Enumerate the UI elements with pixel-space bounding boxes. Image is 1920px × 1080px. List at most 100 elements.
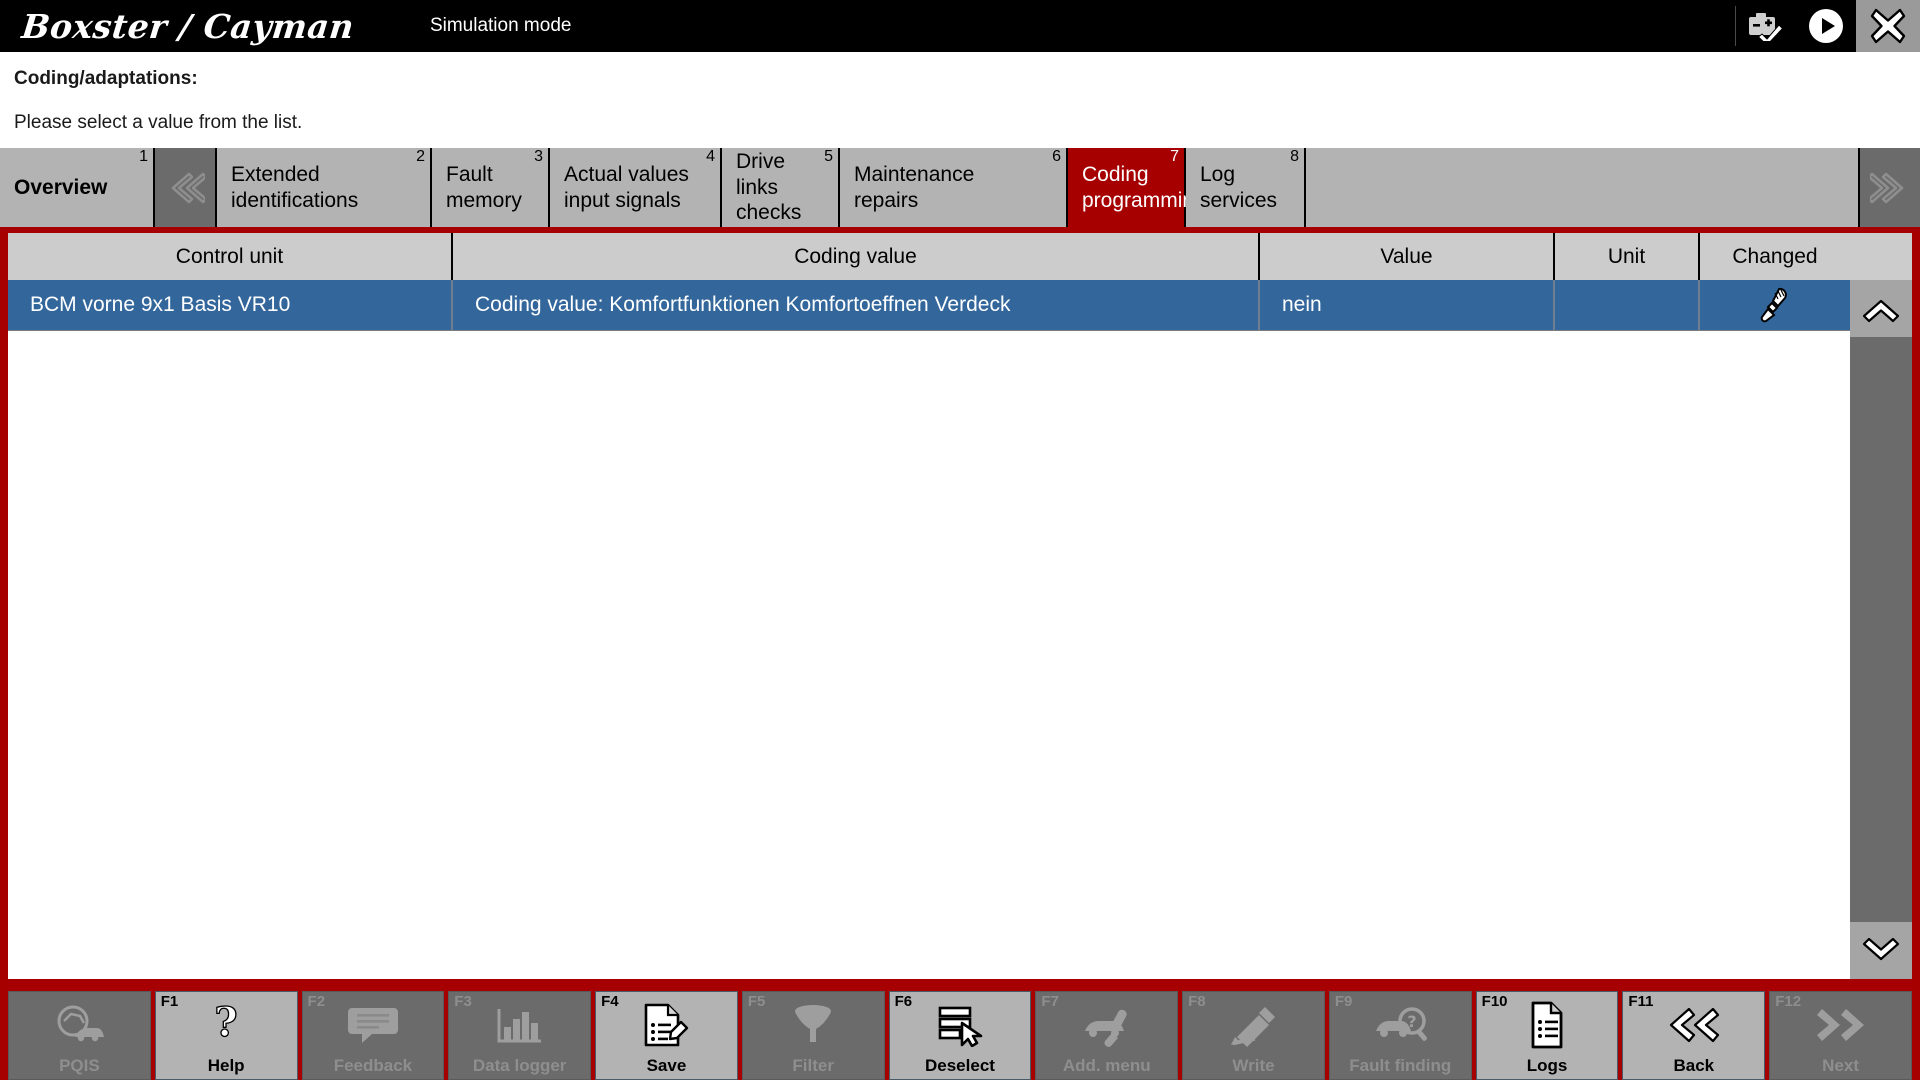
table-row[interactable]: BCM vorne 9x1 Basis VR10 Coding value: Ko… — [8, 280, 1850, 331]
fn-key-label: F11 — [1628, 993, 1654, 1010]
fn-button-logs[interactable]: F10 Logs — [1475, 991, 1619, 1080]
fn-button-pqis: PQIS — [8, 991, 151, 1080]
fn-button-label: Logs — [1526, 1056, 1568, 1075]
tab-number: 7 — [1170, 148, 1179, 165]
tab-number: 5 — [824, 148, 833, 165]
fn-button-label: Back — [1673, 1056, 1715, 1075]
cell-control-unit[interactable]: BCM vorne 9x1 Basis VR10 — [8, 280, 453, 330]
tab-extended-identifications[interactable]: Extended identifications 2 — [217, 148, 432, 227]
tab-drive-links-checks[interactable]: Drive links checks 5 — [722, 148, 840, 227]
fn-button-write: F8 Write — [1182, 991, 1325, 1080]
fn-button-add-menu: F7 Add. menu — [1035, 991, 1179, 1080]
tab-label: Fault memory — [446, 162, 522, 212]
title-bar: Boxster / Cayman Simulation mode — [0, 0, 1920, 52]
fn-button-label: Next — [1822, 1056, 1859, 1075]
fn-key-label: F3 — [454, 993, 472, 1010]
tab-bar-filler — [1306, 148, 1858, 227]
cell-value[interactable]: nein — [1260, 280, 1555, 330]
fn-button-label: Save — [646, 1056, 687, 1075]
svg-text:?: ? — [214, 1002, 237, 1046]
fn-button-feedback: F2 Feedback — [301, 991, 445, 1080]
fn-key-label: F12 — [1775, 993, 1802, 1010]
svg-text:?: ? — [1408, 1012, 1417, 1031]
function-key-bar: PQIS F1 ? Help F2 Feedback F3 Data logger F4 — [0, 985, 1920, 1080]
simulation-mode-label: Simulation mode — [429, 15, 572, 36]
column-header-coding-value[interactable]: Coding value — [453, 233, 1260, 280]
pqis-icon — [9, 992, 150, 1057]
fn-button-label: Write — [1232, 1056, 1275, 1075]
play-icon[interactable] — [1796, 0, 1856, 52]
table-body: BCM vorne 9x1 Basis VR10 Coding value: Ko… — [8, 280, 1850, 979]
tab-number: 8 — [1290, 148, 1299, 165]
fn-button-help[interactable]: F1 ? Help — [154, 991, 298, 1080]
fn-key-label: F6 — [894, 993, 913, 1010]
page-title: Coding/adaptations: — [14, 68, 198, 89]
tab-number: 4 — [706, 148, 715, 165]
fn-button-label: Fault finding — [1349, 1056, 1452, 1075]
fn-button-label: PQIS — [59, 1056, 100, 1075]
screwdriver-icon — [1758, 287, 1792, 323]
fn-key-label: F7 — [1041, 993, 1059, 1010]
tab-overview[interactable]: Overview 1 — [0, 148, 155, 227]
page-instruction: Please select a value from the list. — [14, 112, 303, 133]
fn-key-label: F8 — [1188, 993, 1206, 1010]
column-header-unit[interactable]: Unit — [1555, 233, 1700, 280]
tab-label: Maintenance repairs — [854, 162, 975, 212]
fn-button-save[interactable]: F4 Save — [595, 991, 738, 1080]
chevron-down-icon[interactable] — [1850, 922, 1912, 979]
fn-key-label: F4 — [601, 993, 619, 1010]
tab-label: Drive links checks — [736, 150, 802, 225]
column-header-control-unit[interactable]: Control unit — [8, 233, 453, 280]
column-header-value[interactable]: Value — [1260, 233, 1555, 280]
content-inner: Control unit Coding value Value Unit Changed… — [8, 233, 1912, 979]
fn-button-back[interactable]: F11 Back — [1622, 991, 1766, 1080]
cell-unit[interactable] — [1555, 280, 1700, 330]
fn-button-deselect[interactable]: F6 Deselect — [888, 991, 1032, 1080]
battery-check-icon[interactable] — [1736, 0, 1796, 52]
tab-label: Extended identifications — [231, 162, 359, 212]
coding-table: Control unit Coding value Value Unit Changed… — [8, 233, 1850, 979]
tabs-next-arrow[interactable] — [1858, 148, 1920, 227]
fn-button-label: Deselect — [925, 1056, 995, 1075]
fn-button-data-logger: F3 Data logger — [448, 991, 592, 1080]
scrollbar-track[interactable] — [1850, 337, 1912, 922]
brand-logo: Boxster / Cayman — [19, 6, 356, 46]
scrollbar-header-spacer — [1850, 233, 1912, 280]
fn-button-label: Add. menu — [1062, 1056, 1151, 1075]
tab-number: 3 — [534, 148, 543, 165]
fn-key-label: F5 — [747, 993, 766, 1010]
chevron-up-icon[interactable] — [1850, 280, 1912, 337]
cell-changed[interactable] — [1700, 280, 1850, 330]
fn-button-fault-finding: F9 ? Fault finding — [1328, 991, 1472, 1080]
vertical-scrollbar[interactable] — [1850, 233, 1912, 979]
tab-log-services[interactable]: Log services 8 — [1186, 148, 1306, 227]
tab-fault-memory[interactable]: Fault memory 3 — [432, 148, 550, 227]
content-frame: Control unit Coding value Value Unit Changed… — [0, 227, 1920, 985]
tab-coding-programming[interactable]: Coding programming 7 — [1068, 148, 1206, 227]
column-header-changed[interactable]: Changed — [1700, 233, 1850, 280]
tab-actual-values-input-signals[interactable]: Actual values input signals 4 — [550, 148, 722, 227]
header-block: Coding/adaptations: Please select a valu… — [0, 52, 1920, 148]
tab-maintenance-repairs[interactable]: Maintenance repairs 6 — [840, 148, 1068, 227]
fn-button-filter: F5 Filter — [741, 991, 885, 1080]
title-bar-actions — [1735, 0, 1920, 52]
fn-key-label: F9 — [1334, 993, 1353, 1010]
fn-button-next: F12 Next — [1769, 991, 1912, 1080]
tab-number: 2 — [416, 148, 425, 165]
cell-coding-value[interactable]: Coding value: Komfortfunktionen Komforto… — [453, 280, 1260, 330]
tab-label: Overview — [14, 175, 108, 199]
fn-button-label: Filter — [792, 1056, 834, 1075]
tab-bar: Overview 1 Extended identifications 2 Fault… — [0, 148, 1920, 227]
tab-number: 6 — [1052, 148, 1061, 165]
fn-key-label: F1 — [160, 993, 179, 1010]
tab-number: 1 — [139, 148, 148, 165]
fn-button-label: Help — [207, 1056, 245, 1075]
fn-button-label: Data logger — [472, 1056, 567, 1075]
tab-label: Log services — [1200, 162, 1278, 212]
fn-key-label: F10 — [1481, 993, 1508, 1010]
table-header-row: Control unit Coding value Value Unit Changed — [8, 233, 1850, 280]
fn-button-label: Feedback — [333, 1056, 413, 1075]
fn-key-label: F2 — [307, 993, 326, 1010]
tabs-prev-arrow[interactable] — [155, 148, 217, 227]
close-icon[interactable] — [1856, 0, 1920, 52]
